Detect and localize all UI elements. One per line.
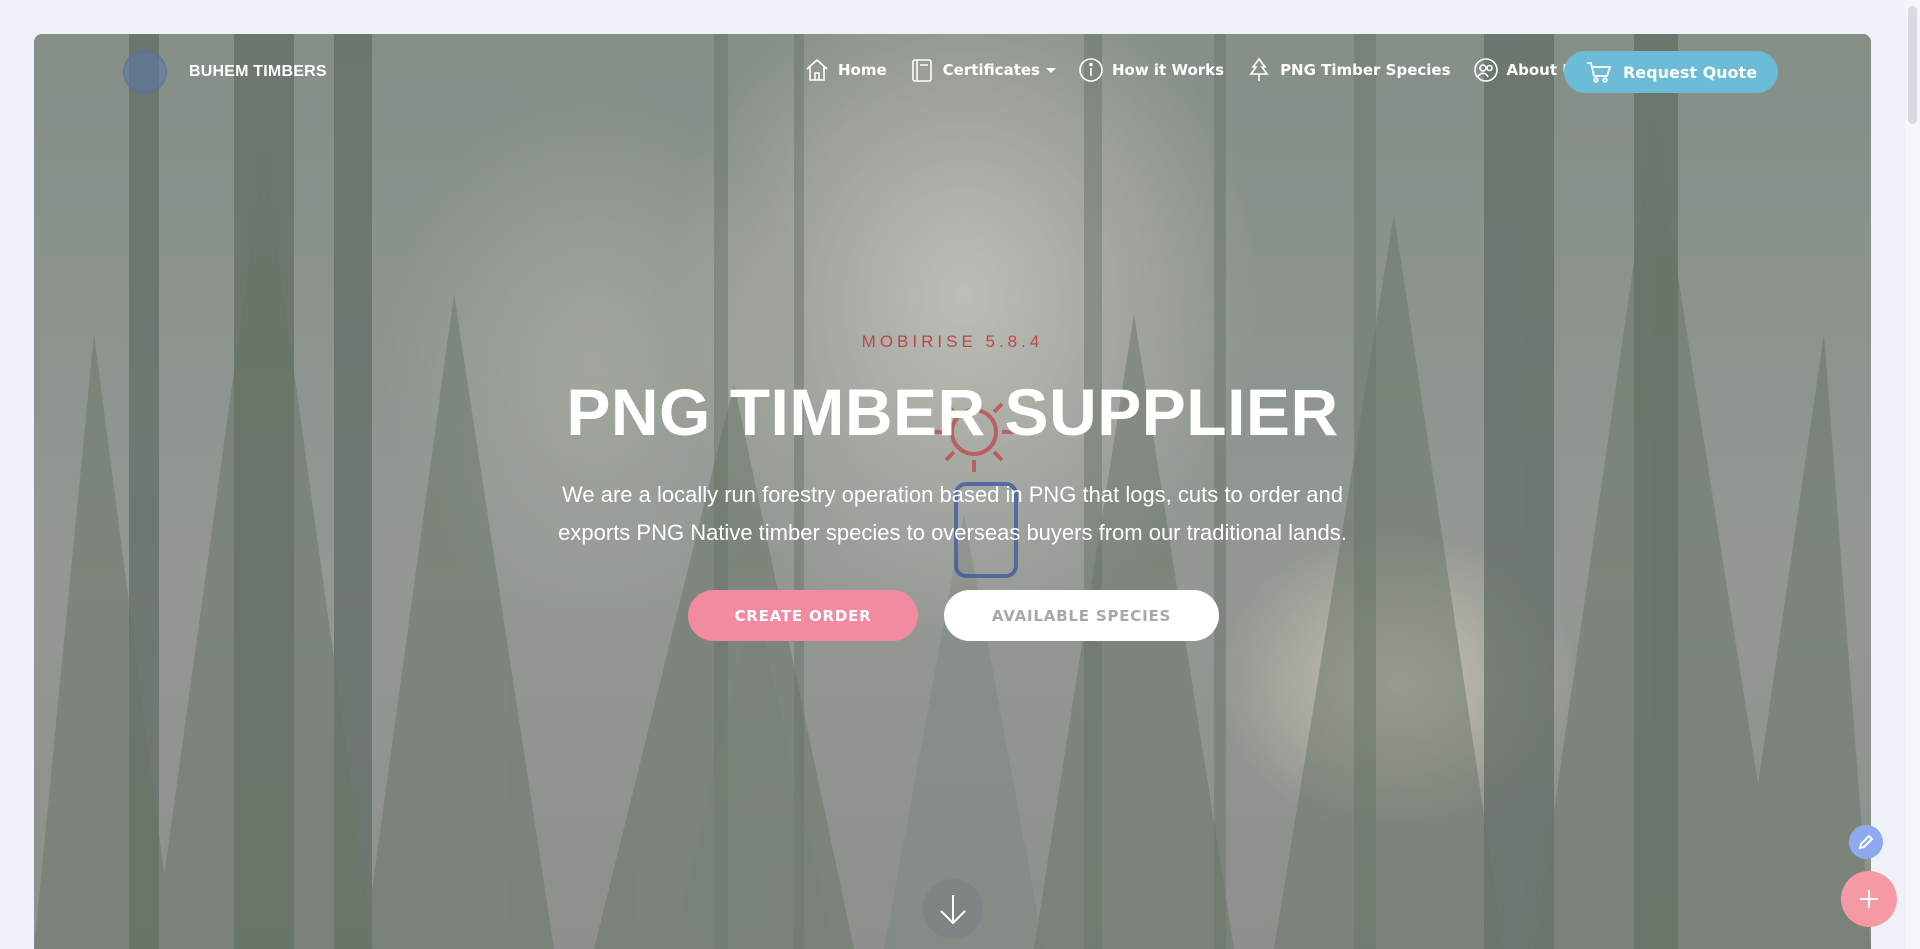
page-scrollbar[interactable] xyxy=(1905,0,1920,949)
nav-label-certificates: Certificates xyxy=(942,61,1040,79)
brand-name[interactable]: BUHEM TIMBERS xyxy=(189,63,327,81)
add-block-floating-button[interactable] xyxy=(1841,871,1897,927)
create-order-button[interactable]: CREATE ORDER xyxy=(688,590,918,641)
cart-icon xyxy=(1586,62,1612,83)
nav-item-home[interactable]: Home xyxy=(804,57,887,83)
plus-icon xyxy=(1860,890,1878,908)
scrollbar-thumb[interactable] xyxy=(1908,6,1917,124)
nav-label-home: Home xyxy=(838,61,887,79)
request-quote-button[interactable]: Request Quote xyxy=(1564,51,1778,93)
pencil-icon xyxy=(1858,834,1874,850)
nav-item-certificates[interactable]: Certificates xyxy=(909,57,1056,83)
nav-item-how-it-works[interactable]: How it Works xyxy=(1078,57,1224,83)
nav-label-how-it-works: How it Works xyxy=(1111,61,1225,79)
certificate-icon xyxy=(911,59,932,82)
hero-description: We are a locally run forestry operation … xyxy=(34,476,1871,552)
hero-title: PNG TIMBER SUPPLIER xyxy=(566,375,1339,449)
home-icon xyxy=(806,58,828,81)
brand-logo-icon[interactable] xyxy=(123,50,167,94)
edit-floating-button[interactable] xyxy=(1849,825,1883,859)
nav-item-timber-species[interactable]: PNG Timber Species xyxy=(1246,57,1451,83)
hero-description-line-1: We are a locally run forestry operation … xyxy=(562,482,1343,507)
chevron-down-icon xyxy=(1045,67,1056,73)
available-species-button[interactable]: AVAILABLE SPECIES xyxy=(944,590,1219,641)
arrow-down-icon xyxy=(940,895,966,925)
hero-section: BUHEM TIMBERS Home Certificates How it W… xyxy=(34,34,1871,949)
brand[interactable]: BUHEM TIMBERS xyxy=(123,50,327,94)
tree-icon xyxy=(1249,57,1269,81)
scroll-down-button[interactable] xyxy=(923,879,983,939)
hero-kicker: MOBIRISE 5.8.4 xyxy=(861,332,1044,351)
request-quote-label: Request Quote xyxy=(1622,62,1758,82)
main-navigation: Home Certificates How it Works PNG Timbe… xyxy=(804,57,1605,83)
hero-description-line-2: exports PNG Native timber species to ove… xyxy=(558,520,1347,545)
info-icon xyxy=(1079,58,1103,82)
nav-label-timber-species: PNG Timber Species xyxy=(1280,61,1451,79)
people-icon xyxy=(1473,58,1498,82)
